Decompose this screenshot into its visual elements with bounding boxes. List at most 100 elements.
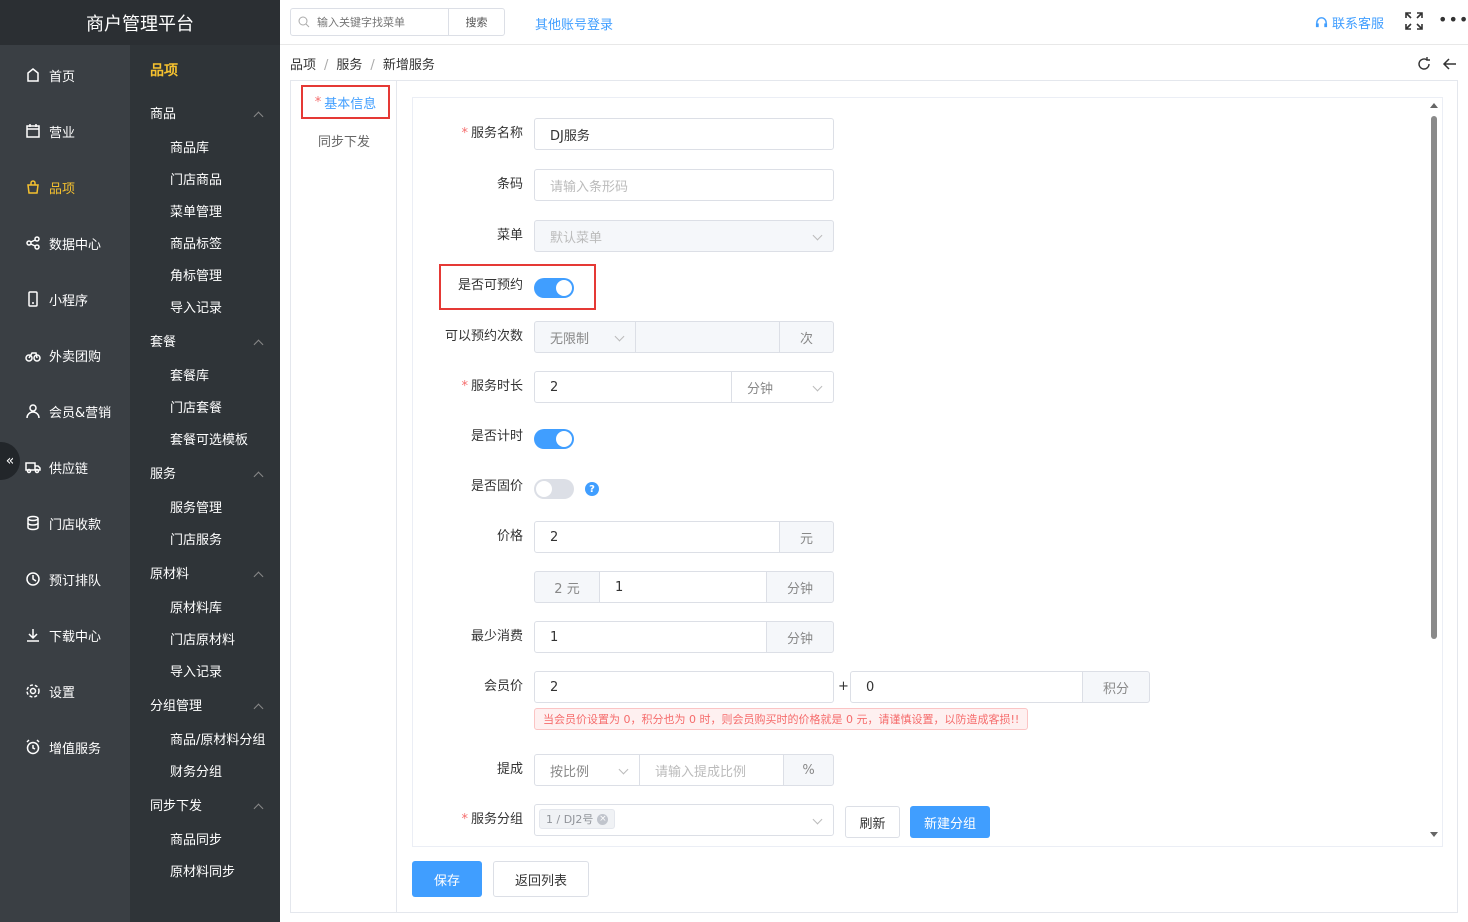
nav-group-header[interactable]: 商品 (130, 97, 280, 133)
nav-group-header[interactable]: 原材料 (130, 557, 280, 593)
nav-subitem[interactable]: 服务管理 (130, 493, 280, 525)
home-icon (24, 66, 42, 84)
nav-group-header[interactable]: 服务 (130, 457, 280, 493)
nav-item-3[interactable]: 数据中心 (0, 215, 130, 271)
nav-item-6[interactable]: 会员&营销 (0, 383, 130, 439)
database-icon (24, 514, 42, 532)
plus-sign: + (838, 679, 849, 694)
chevron-down-icon (812, 814, 823, 825)
min-spend-input[interactable]: 1 (534, 621, 767, 653)
nav-group-header[interactable]: 同步下发 (130, 789, 280, 825)
menu-search: 搜索 (290, 8, 505, 36)
fullscreen-icon[interactable] (1405, 12, 1423, 30)
breadcrumb-item[interactable]: 服务 (336, 58, 362, 73)
nav-item-5[interactable]: 外卖团购 (0, 327, 130, 383)
bookable-switch[interactable] (534, 278, 574, 298)
scroll-down-icon[interactable] (1430, 832, 1438, 837)
nav-item-7[interactable]: 供应链 (0, 439, 130, 495)
nav-item-0[interactable]: 首页 (0, 47, 130, 103)
back-arrow-icon[interactable] (1442, 56, 1458, 72)
nav-subitem[interactable]: 原材料同步 (130, 857, 280, 889)
nav-item-1[interactable]: 营业 (0, 103, 130, 159)
nav-subitem[interactable]: 套餐库 (130, 361, 280, 393)
points-input[interactable]: 0 (850, 671, 1083, 703)
member-price-warning: 当会员价设置为 0，积分也为 0 时，则会员购买时的价格就是 0 元，请谨慎设置… (534, 708, 1029, 730)
nav-subitem[interactable]: 门店服务 (130, 525, 280, 557)
nav-subitem[interactable]: 门店商品 (130, 165, 280, 197)
book-times-input[interactable] (635, 321, 780, 353)
search-input[interactable] (317, 15, 447, 29)
nav-subitem[interactable]: 商品库 (130, 133, 280, 165)
nav-group-header[interactable]: 套餐 (130, 325, 280, 361)
other-account-login-link[interactable]: 其他账号登录 (535, 14, 613, 33)
nav-item-4[interactable]: 小程序 (0, 271, 130, 327)
nav-subitem[interactable]: 财务分组 (130, 757, 280, 789)
tab-sync[interactable]: 同步下发 (291, 131, 397, 150)
gear-icon (24, 682, 42, 700)
refresh-icon[interactable] (1416, 56, 1432, 72)
nav-group-header[interactable]: 分组管理 (130, 689, 280, 725)
price-per-unit: 分钟 (766, 571, 834, 603)
commission-rate-input[interactable]: 请输入提成比例 (639, 754, 784, 786)
nav-subitem[interactable]: 导入记录 (130, 293, 280, 325)
new-group-button[interactable]: 新建分组 (910, 806, 990, 838)
nav-item-label: 品项 (49, 181, 76, 197)
fixed-price-label: 是否固价 (470, 479, 523, 494)
contact-service-label: 联系客服 (1332, 17, 1385, 32)
nav-item-label: 预订排队 (49, 573, 102, 589)
barcode-input[interactable]: 请输入条形码 (534, 169, 834, 201)
nav-item-10[interactable]: 下载中心 (0, 607, 130, 663)
tag-close-icon[interactable]: × (597, 813, 609, 825)
nav-subitem[interactable]: 菜单管理 (130, 197, 280, 229)
nav-item-12[interactable]: 增值服务 (0, 719, 130, 775)
book-times-select[interactable]: 无限制 (534, 321, 636, 353)
duration-input[interactable]: 2 (534, 371, 732, 403)
clock-icon (24, 570, 42, 588)
refresh-group-button[interactable]: 刷新 (845, 806, 900, 838)
nav-item-11[interactable]: 设置 (0, 663, 130, 719)
nav-subitem[interactable]: 门店套餐 (130, 393, 280, 425)
more-icon[interactable]: ••• (1438, 10, 1468, 29)
breadcrumb-item[interactable]: 品项 (290, 58, 316, 73)
search-button[interactable]: 搜索 (448, 9, 504, 35)
price-input[interactable]: 2 (534, 521, 780, 553)
nav-subitem[interactable]: 门店原材料 (130, 625, 280, 657)
price-label: 价格 (496, 529, 523, 544)
duration-unit-select[interactable]: 分钟 (731, 371, 834, 403)
chevron-down-icon (812, 381, 823, 392)
fixed-price-switch[interactable] (534, 479, 574, 499)
nav-subitem[interactable]: 商品/原材料分组 (130, 725, 280, 757)
bike-icon (24, 346, 42, 364)
nav-subitem[interactable]: 原材料库 (130, 593, 280, 625)
nav-item-2[interactable]: 品项 (0, 159, 130, 215)
nav-subitem[interactable]: 导入记录 (130, 657, 280, 689)
chevron-down-icon (618, 764, 629, 775)
timing-switch[interactable] (534, 429, 574, 449)
scroll-up-icon[interactable] (1430, 103, 1438, 108)
price-per-minutes-input[interactable]: 1 (599, 571, 767, 603)
save-button[interactable]: 保存 (412, 861, 482, 897)
tab-basic-info[interactable]: * 基本信息 (301, 85, 390, 119)
back-to-list-button[interactable]: 返回列表 (493, 861, 589, 897)
nav-item-9[interactable]: 预订排队 (0, 551, 130, 607)
nav-subitem[interactable]: 商品同步 (130, 825, 280, 857)
member-price-input[interactable]: 2 (534, 671, 834, 703)
nav-subitem[interactable]: 角标管理 (130, 261, 280, 293)
book-times-label: 可以预约次数 (444, 329, 523, 344)
barcode-label: 条码 (496, 177, 523, 192)
bag-icon (24, 178, 42, 196)
help-icon[interactable]: ? (585, 482, 599, 496)
nav-item-label: 设置 (49, 685, 76, 701)
nav-item-8[interactable]: 门店收款 (0, 495, 130, 551)
form-scrollbar[interactable] (1429, 99, 1439, 841)
app-root: 商户管理平台 首页 营业 品项 数据中心 小程序 外卖团购 会员&营销 供应链 门店收款 预订排队… (0, 0, 1468, 922)
commission-type-select[interactable]: 按比例 (534, 754, 640, 786)
service-name-input[interactable]: DJ服务 (534, 118, 834, 150)
service-form: * 服务名称 DJ服务 条码 请输入条形码 菜单 默认菜单 是否可预约 可以预约次… (412, 97, 1443, 847)
nav-subitem[interactable]: 套餐可选模板 (130, 425, 280, 457)
top-bar: 搜索 其他账号登录 联系客服 ••• (280, 0, 1468, 45)
nav-subitem[interactable]: 商品标签 (130, 229, 280, 261)
contact-service-link[interactable]: 联系客服 (1315, 13, 1384, 32)
scrollbar-thumb[interactable] (1431, 116, 1437, 639)
menu-select[interactable]: 默认菜单 (534, 220, 834, 252)
